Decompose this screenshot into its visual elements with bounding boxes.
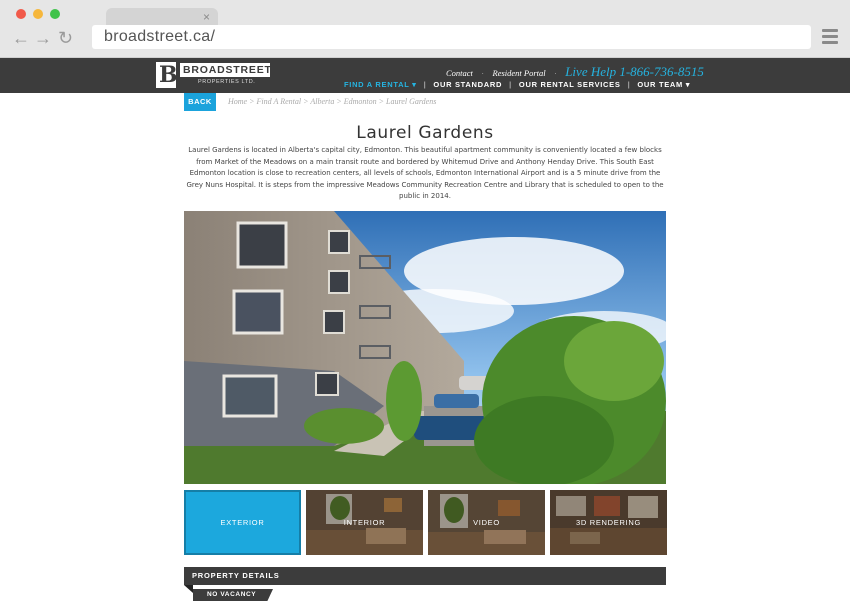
- breadcrumb[interactable]: Home > Find A Rental > Alberta > Edmonto…: [228, 96, 436, 108]
- browser-tab[interactable]: ×: [106, 8, 218, 26]
- nav-find-a-rental[interactable]: FIND A RENTAL ▾: [344, 80, 417, 89]
- nav-our-rental-services[interactable]: OUR RENTAL SERVICES: [519, 80, 621, 89]
- page-title: Laurel Gardens: [356, 123, 494, 143]
- thumbnail-label: VIDEO: [473, 517, 500, 527]
- thumbnail-label: EXTERIOR: [220, 517, 265, 527]
- thumbnail-label: 3D RENDERING: [575, 517, 642, 527]
- nav-our-team[interactable]: OUR TEAM ▾: [637, 80, 690, 89]
- live-help-phone[interactable]: Live Help 1-866-736-8515: [565, 64, 704, 79]
- main-nav: FIND A RENTAL ▾ | OUR STANDARD | OUR RENTAL …: [344, 80, 691, 89]
- logo-subtitle: PROPERTIES LTD.: [198, 79, 256, 85]
- logo-name: BROADSTREET: [180, 63, 271, 77]
- hero-photo: [184, 211, 666, 484]
- resident-portal-link[interactable]: Resident Portal: [493, 68, 546, 78]
- reload-icon[interactable]: ↻: [58, 28, 73, 48]
- minimize-window-dot[interactable]: [33, 9, 43, 19]
- thumbnail-interior[interactable]: INTERIOR: [306, 490, 423, 555]
- ribbon-fold: [184, 585, 193, 593]
- vacancy-badge: NO VACANCY: [193, 589, 273, 601]
- maximize-window-dot[interactable]: [50, 9, 60, 19]
- top-links: Contact · Resident Portal · Live Help 1-…: [446, 63, 704, 81]
- back-button[interactable]: BACK: [184, 93, 216, 111]
- forward-arrow-icon[interactable]: →: [34, 28, 52, 48]
- hamburger-menu-icon[interactable]: [822, 29, 838, 45]
- thumbnail-label: INTERIOR: [343, 517, 386, 527]
- property-description: Laurel Gardens is located in Alberta's c…: [186, 146, 664, 201]
- nav-our-standard[interactable]: OUR STANDARD: [433, 80, 502, 89]
- tab-close-icon[interactable]: ×: [203, 9, 210, 25]
- site-header: B BROADSTREET PROPERTIES LTD. Contact · …: [0, 58, 850, 93]
- address-bar[interactable]: broadstreet.ca/: [92, 25, 811, 49]
- thumbnail-3d-rendering[interactable]: 3D RENDERING: [550, 490, 667, 555]
- property-details-header[interactable]: PROPERTY DETAILS: [184, 567, 666, 585]
- separator: ·: [481, 69, 485, 78]
- logo-mark: B: [156, 62, 178, 88]
- apartment-building-photo: [184, 211, 666, 484]
- close-window-dot[interactable]: [16, 9, 26, 19]
- thumbnail-video[interactable]: VIDEO: [428, 490, 545, 555]
- url-text: broadstreet.ca/: [104, 28, 216, 45]
- back-arrow-icon[interactable]: ←: [12, 28, 30, 48]
- contact-link[interactable]: Contact: [446, 68, 473, 78]
- separator: ·: [554, 69, 557, 78]
- thumbnail-exterior[interactable]: EXTERIOR: [184, 490, 301, 555]
- browser-chrome: × ← → ↻ broadstreet.ca/: [0, 0, 850, 58]
